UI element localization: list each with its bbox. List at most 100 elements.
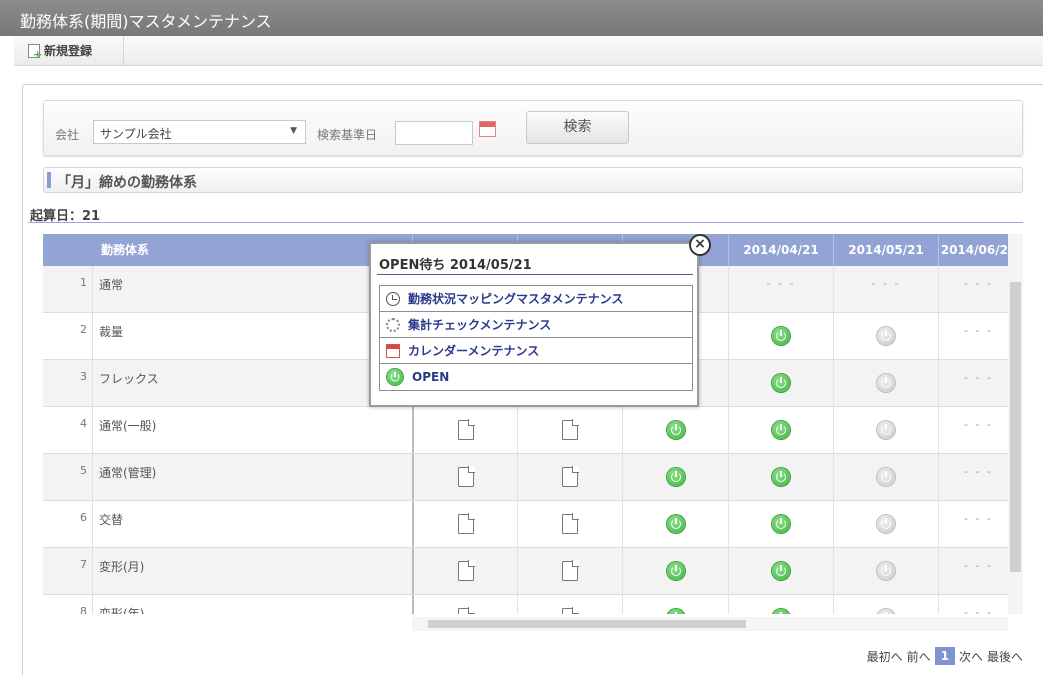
grid-cell xyxy=(622,548,728,594)
grid-cell: - - - xyxy=(938,454,1008,500)
scroll-thumb[interactable] xyxy=(428,620,746,628)
grid-cell: - - - xyxy=(938,266,1008,312)
header-date-2: 2014/05/21 xyxy=(833,234,938,266)
power-icon[interactable] xyxy=(772,327,790,345)
empty-marker: - - - xyxy=(964,417,993,431)
grid-cell xyxy=(412,407,517,453)
power-icon[interactable] xyxy=(666,562,685,580)
power-icon[interactable] xyxy=(877,327,895,345)
power-icon[interactable] xyxy=(877,562,895,580)
menu-item-label: 集計チェックメンテナンス xyxy=(408,318,552,332)
page-next-link[interactable]: 次へ xyxy=(959,648,983,665)
document-icon[interactable] xyxy=(562,513,579,534)
row-name: 変形(年) xyxy=(99,607,145,614)
row-number: 8 xyxy=(43,595,93,614)
power-icon[interactable] xyxy=(877,609,895,614)
divider xyxy=(28,222,1023,223)
page-current[interactable]: 1 xyxy=(934,647,955,665)
power-icon[interactable] xyxy=(772,515,790,533)
grid-cell xyxy=(833,407,938,453)
page-last-link[interactable]: 最後へ xyxy=(987,648,1023,665)
grid-cell xyxy=(517,501,622,547)
calendar-icon xyxy=(386,343,400,358)
grid-cell xyxy=(833,313,938,359)
open-popup: OPEN待ち 2014/05/21 勤務状況マッピングマスタメンテナンス 集計チ… xyxy=(369,242,699,407)
grid-cell xyxy=(412,454,517,500)
document-icon[interactable] xyxy=(457,607,475,614)
power-icon[interactable] xyxy=(772,421,790,439)
menu-item-label: OPEN xyxy=(412,370,450,384)
row-number: 7 xyxy=(43,548,93,594)
row-number: 3 xyxy=(43,360,93,406)
scroll-thumb[interactable] xyxy=(1010,282,1021,572)
company-select[interactable]: サンプル会社 ▼ xyxy=(93,120,306,144)
power-icon[interactable] xyxy=(666,609,685,614)
power-icon[interactable] xyxy=(666,468,685,486)
section-header: 「月」締めの勤務体系 xyxy=(43,167,1023,193)
grid-cell: - - - xyxy=(938,548,1008,594)
power-icon[interactable] xyxy=(877,515,895,533)
menu-item-check[interactable]: 集計チェックメンテナンス xyxy=(380,312,692,338)
search-button[interactable]: 検索 xyxy=(526,111,629,144)
grid-cell xyxy=(728,360,833,406)
row-number: 4 xyxy=(43,407,93,453)
grid-cell: - - - xyxy=(938,501,1008,547)
empty-marker: - - - xyxy=(964,464,993,478)
popup-menu: 勤務状況マッピングマスタメンテナンス 集計チェックメンテナンス カレンダーメンテ… xyxy=(379,285,693,391)
vertical-scrollbar[interactable] xyxy=(1008,234,1023,614)
menu-item-label: カレンダーメンテナンス xyxy=(408,344,540,358)
page-prev-link[interactable]: 前へ xyxy=(907,648,931,665)
page-first-link[interactable]: 最初へ xyxy=(867,648,903,665)
document-icon[interactable] xyxy=(562,419,579,440)
power-icon[interactable] xyxy=(877,468,895,486)
gear-icon xyxy=(386,317,400,332)
chevron-down-icon: ▼ xyxy=(290,126,297,136)
grid-cell xyxy=(517,407,622,453)
menu-item-mapping[interactable]: 勤務状況マッピングマスタメンテナンス xyxy=(380,286,692,312)
grid-cell: - - - xyxy=(833,266,938,312)
grid-cell xyxy=(728,454,833,500)
grid-cell xyxy=(412,548,517,594)
row-name: 裁量 xyxy=(99,325,124,339)
calendar-icon[interactable] xyxy=(479,121,496,137)
document-icon[interactable] xyxy=(562,466,579,487)
grid-cell: - - - xyxy=(938,595,1008,614)
document-icon[interactable] xyxy=(457,466,475,487)
new-register-button[interactable]: 新規登録 xyxy=(18,36,124,65)
empty-marker: - - - xyxy=(964,511,993,525)
power-icon[interactable] xyxy=(877,421,895,439)
document-icon[interactable] xyxy=(562,607,579,614)
grid-cell: - - - xyxy=(728,266,833,312)
empty-marker: - - - xyxy=(964,323,993,337)
table-row: 5 通常(管理) - - - xyxy=(43,454,1008,501)
close-icon[interactable]: × xyxy=(689,234,711,256)
grid-cell xyxy=(728,313,833,359)
document-icon[interactable] xyxy=(457,419,475,440)
power-icon[interactable] xyxy=(772,374,790,392)
power-icon[interactable] xyxy=(666,421,685,439)
document-icon[interactable] xyxy=(562,560,579,581)
page-title: 勤務体系(期間)マスタメンテナンス xyxy=(0,0,1043,36)
base-date-label: 検索基準日 xyxy=(317,128,378,142)
grid-cell xyxy=(728,595,833,614)
empty-marker: - - - xyxy=(871,276,901,290)
menu-item-open[interactable]: OPEN xyxy=(380,364,692,390)
document-icon[interactable] xyxy=(457,513,475,534)
power-icon[interactable] xyxy=(772,562,790,580)
power-icon[interactable] xyxy=(772,609,790,614)
power-icon[interactable] xyxy=(666,515,685,533)
new-register-label: 新規登録 xyxy=(44,44,93,58)
table-row: 6 交替 - - - xyxy=(43,501,1008,548)
empty-marker: - - - xyxy=(766,276,796,290)
base-date-input[interactable] xyxy=(395,121,473,145)
document-icon[interactable] xyxy=(457,560,475,581)
horizontal-scrollbar[interactable] xyxy=(412,617,1008,631)
grid-cell xyxy=(622,595,728,614)
menu-item-calendar[interactable]: カレンダーメンテナンス xyxy=(380,338,692,364)
row-name: 通常 xyxy=(99,278,124,292)
power-icon[interactable] xyxy=(877,374,895,392)
toolbar: 新規登録 xyxy=(14,36,1043,66)
power-icon[interactable] xyxy=(772,468,790,486)
row-number: 5 xyxy=(43,454,93,500)
grid-cell xyxy=(622,454,728,500)
